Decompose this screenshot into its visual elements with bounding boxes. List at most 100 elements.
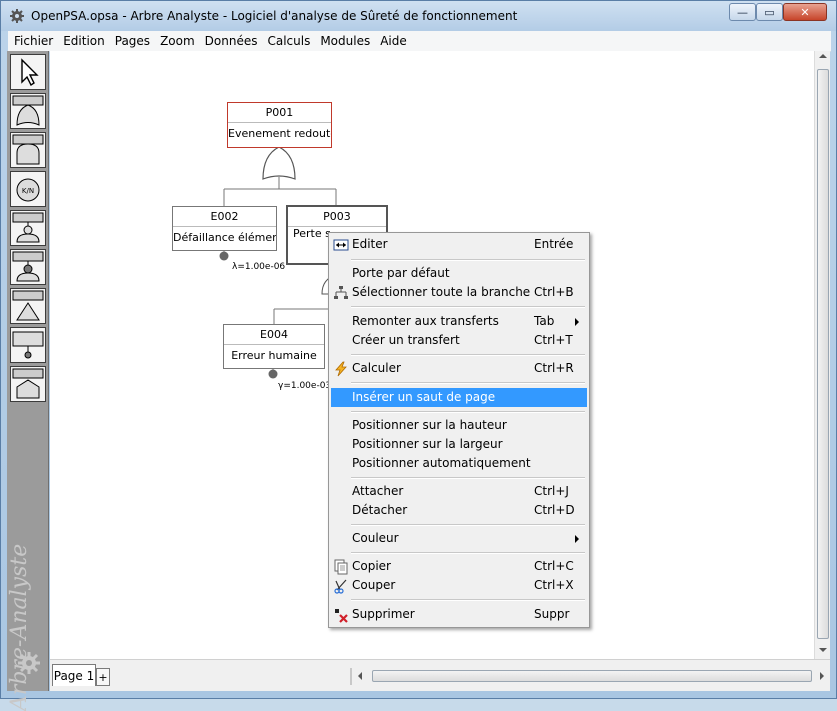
menu-item-label: Détacher [352, 503, 408, 517]
transfer-in-icon [12, 212, 44, 243]
context-menu: Editer Entrée Porte par défaut Sélection… [328, 232, 590, 628]
menu-item-copier[interactable]: Copier Ctrl+C [331, 557, 587, 576]
menu-item-shortcut: Ctrl+T [534, 333, 573, 347]
menu-item-creer-transfert[interactable]: Créer un transfert Ctrl+T [331, 331, 587, 350]
vertical-scrollbar[interactable] [814, 51, 830, 659]
kn-label: K/N [22, 187, 34, 195]
menu-item-shortcut: Tab [534, 314, 555, 328]
scroll-splitter[interactable] [350, 668, 352, 685]
horizontal-scroll-thumb[interactable] [372, 670, 812, 682]
menu-item-shortcut: Ctrl+D [534, 503, 575, 517]
close-button[interactable]: ✕ [783, 3, 827, 21]
menu-item-label: Porte par défaut [352, 266, 450, 280]
menu-fichier[interactable]: Fichier [8, 34, 57, 48]
menu-separator [351, 599, 585, 601]
house-event-icon [12, 368, 44, 399]
transfer-out-icon [12, 251, 44, 282]
or-gate-icon [12, 95, 44, 126]
triangle-icon [12, 290, 44, 321]
delete-icon [335, 609, 348, 623]
menu-modules[interactable]: Modules [316, 34, 374, 48]
menu-item-label: Positionner automatiquement [352, 456, 531, 470]
menu-donnees[interactable]: Données [201, 34, 262, 48]
menu-item-shortcut: Ctrl+X [534, 578, 574, 592]
menu-separator [351, 477, 585, 479]
menu-item-label: Insérer un saut de page [352, 390, 496, 404]
copy-icon [334, 559, 348, 575]
menu-item-label: Sélectionner toute la branche [352, 285, 531, 299]
minimize-button[interactable]: — [729, 3, 756, 21]
probability-label: λ=1.00e-06 [232, 262, 286, 272]
basic-event-icon [12, 331, 44, 359]
menu-item-label: Positionner sur la largeur [352, 437, 503, 451]
menu-item-inserer-saut-page[interactable]: Insérer un saut de page [331, 388, 587, 407]
tree-branch-icon [334, 286, 348, 299]
menu-aide[interactable]: Aide [376, 34, 411, 48]
menu-item-couleur[interactable]: Couleur [331, 529, 587, 548]
title-bar[interactable]: OpenPSA.opsa - Arbre Analyste - Logiciel… [1, 1, 836, 31]
kn-gate-tool[interactable]: K/N [10, 171, 46, 207]
maximize-icon: ▭ [764, 5, 775, 19]
menu-pages[interactable]: Pages [111, 34, 154, 48]
node-id: E004 [224, 325, 324, 345]
menu-item-label: Copier [352, 559, 391, 573]
submenu-arrow-icon [575, 318, 579, 326]
or-gate-tool[interactable] [10, 93, 46, 129]
node-e004[interactable]: E004 Erreur humaine [223, 324, 325, 369]
menu-item-selectionner-branche[interactable]: Sélectionner toute la branche Ctrl+B [331, 283, 587, 302]
menu-item-detacher[interactable]: Détacher Ctrl+D [331, 501, 587, 520]
menu-item-porte-defaut[interactable]: Porte par défaut [331, 264, 587, 283]
menu-item-label: Supprimer [352, 607, 415, 621]
scroll-right-icon[interactable] [820, 672, 824, 680]
menu-item-remonter-transferts[interactable]: Remonter aux transferts Tab [331, 312, 587, 331]
menu-item-supprimer[interactable]: Supprimer Suppr [331, 605, 587, 624]
gear-icon [10, 9, 24, 23]
menu-item-editer[interactable]: Editer Entrée [331, 235, 587, 254]
scroll-down-icon[interactable] [819, 648, 827, 652]
scroll-left-icon[interactable] [358, 672, 362, 680]
menu-item-label: Créer un transfert [352, 333, 460, 347]
scroll-up-icon[interactable] [819, 54, 827, 58]
menu-item-couper[interactable]: Couper Ctrl+X [331, 576, 587, 595]
menu-item-positionner-auto[interactable]: Positionner automatiquement [331, 454, 587, 473]
menu-item-attacher[interactable]: Attacher Ctrl+J [331, 482, 587, 501]
menu-separator [351, 354, 585, 356]
maximize-button[interactable]: ▭ [756, 3, 783, 21]
triangle-transfer-tool[interactable] [10, 288, 46, 324]
bottom-bar: Page 1 + [50, 659, 830, 691]
node-p001[interactable]: P001 Evenement redouté [227, 102, 332, 148]
probability-label: γ=1.00e-03 [278, 381, 332, 391]
house-event-tool[interactable] [10, 366, 46, 402]
and-gate-tool[interactable] [10, 132, 46, 168]
horizontal-scrollbar[interactable] [354, 668, 830, 685]
menu-item-positionner-hauteur[interactable]: Positionner sur la hauteur [331, 416, 587, 435]
node-id: P003 [288, 207, 386, 227]
minimize-icon: — [737, 5, 748, 19]
transfer-in-tool[interactable] [10, 210, 46, 246]
menu-edition[interactable]: Edition [59, 34, 109, 48]
menu-item-calculer[interactable]: Calculer Ctrl+R [331, 359, 587, 378]
menu-item-label: Attacher [352, 484, 404, 498]
node-id: P001 [228, 103, 331, 123]
add-page-button[interactable]: + [96, 668, 110, 686]
window-title: OpenPSA.opsa - Arbre Analyste - Logiciel… [31, 9, 518, 23]
menu-item-shortcut: Ctrl+R [534, 361, 574, 375]
edit-icon [333, 239, 349, 251]
tab-page-1[interactable]: Page 1 [52, 664, 96, 686]
transfer-out-tool[interactable] [10, 249, 46, 285]
menu-bar: Fichier Edition Pages Zoom Données Calcu… [8, 31, 831, 52]
menu-zoom[interactable]: Zoom [156, 34, 199, 48]
node-id: E002 [173, 207, 276, 227]
menu-item-label: Remonter aux transferts [352, 314, 499, 328]
pointer-tool[interactable] [10, 54, 46, 90]
menu-calculs[interactable]: Calculs [263, 34, 314, 48]
menu-separator [351, 306, 585, 308]
menu-item-positionner-largeur[interactable]: Positionner sur la largeur [331, 435, 587, 454]
node-label: Evenement redouté [228, 127, 331, 140]
node-e002[interactable]: E002 Défaillance élément [172, 206, 277, 251]
basic-event-tool[interactable] [10, 327, 46, 363]
vertical-scroll-thumb[interactable] [817, 69, 829, 639]
menu-item-label: Positionner sur la hauteur [352, 418, 507, 432]
toolbox: K/N Arbre-Analyste [7, 51, 49, 711]
brand-gear-icon [18, 652, 40, 674]
